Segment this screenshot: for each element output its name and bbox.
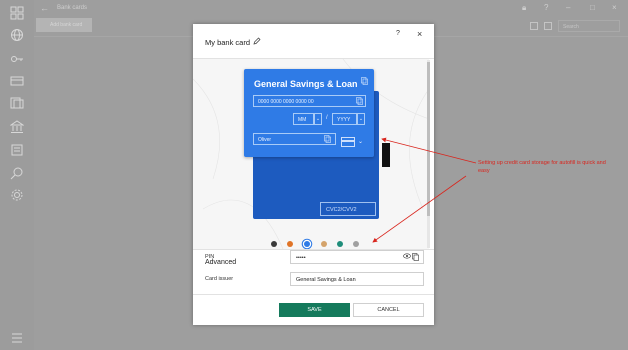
menu-icon[interactable] [10, 331, 24, 345]
app-titlebar: ← Bank cards 🔒︎ ? – □ × [34, 0, 628, 18]
copy-icon[interactable] [361, 77, 368, 85]
annotation-text: Setting up credit card storage for autof… [478, 160, 606, 174]
lock-icon[interactable]: 🔒︎ [522, 3, 526, 13]
copy-holder-icon[interactable] [324, 135, 331, 143]
gear-icon[interactable] [10, 188, 24, 202]
chevron-down-icon[interactable]: ⌄ [358, 138, 363, 145]
search-person-icon[interactable] [10, 166, 24, 180]
advanced-title: Advanced [205, 259, 237, 266]
expiry-separator: / [326, 115, 328, 121]
expiry-month-input[interactable]: MM [293, 113, 314, 125]
card-issuer-label: Card issuer [205, 276, 234, 282]
color-dot-teal[interactable] [337, 241, 343, 247]
search-input[interactable]: Search [558, 20, 620, 32]
chevron-down-icon[interactable]: ⌄ [357, 113, 365, 125]
save-button[interactable]: SAVE [279, 303, 350, 317]
maximize-icon[interactable]: □ [590, 3, 595, 12]
note-icon[interactable] [10, 143, 24, 157]
id-icon[interactable] [10, 96, 24, 110]
eye-icon[interactable] [403, 253, 411, 259]
grid-icon[interactable] [10, 6, 24, 20]
grid-view-icon[interactable] [544, 22, 552, 30]
card-preview-area: CVC2/CVV2 General Savings & Loan 0000 00… [193, 59, 429, 249]
close-icon[interactable]: × [612, 3, 617, 12]
dialog-help-button[interactable]: ? [396, 30, 400, 37]
magnetic-stripe [382, 143, 390, 167]
cvc-input[interactable]: CVC2/CVV2 [320, 202, 376, 216]
card-front: General Savings & Loan 0000 0000 0000 00… [244, 69, 374, 157]
list-view-icon[interactable] [530, 22, 538, 30]
dialog-title: My bank card [205, 38, 251, 47]
help-icon[interactable]: ? [544, 3, 548, 12]
add-bank-card-button[interactable]: Add bank card [36, 18, 92, 32]
color-dot-tan[interactable] [321, 241, 327, 247]
dialog-scrollbar-thumb[interactable] [427, 62, 430, 216]
copy-card-number-icon[interactable] [356, 97, 363, 105]
edit-pencil-icon[interactable] [253, 37, 261, 45]
globe-icon[interactable] [10, 28, 24, 42]
app-title: Bank cards [57, 5, 88, 11]
left-nav-rail [0, 0, 34, 350]
chevron-down-icon[interactable]: ⌄ [314, 113, 322, 125]
expiry-year-input[interactable]: YYYY [332, 113, 357, 125]
card-number-input[interactable]: 0000 0000 0000 0000 00 [253, 95, 366, 107]
card-issuer-input[interactable]: General Savings & Loan [290, 272, 424, 286]
bank-icon[interactable] [10, 120, 24, 134]
pin-label: PIN [205, 254, 215, 260]
color-dot-blue[interactable] [304, 241, 310, 247]
footer-divider [193, 294, 434, 295]
card-icon[interactable] [10, 74, 24, 88]
color-dot-grey[interactable] [353, 241, 359, 247]
cancel-button[interactable]: CANCEL [353, 303, 424, 317]
card-type-icon[interactable] [341, 137, 355, 147]
bank-card-dialog: My bank card ? × CVC2/CVV2 General Savin… [193, 24, 434, 325]
minimize-icon[interactable]: – [566, 3, 570, 12]
copy-pin-icon[interactable] [412, 253, 419, 261]
dialog-close-button[interactable]: × [417, 29, 422, 39]
color-dot-dark[interactable] [271, 241, 277, 247]
key-icon[interactable] [10, 52, 24, 66]
card-bank-name: General Savings & Loan [254, 79, 358, 89]
back-arrow-icon[interactable]: ← [40, 3, 49, 13]
color-dot-orange[interactable] [287, 241, 293, 247]
